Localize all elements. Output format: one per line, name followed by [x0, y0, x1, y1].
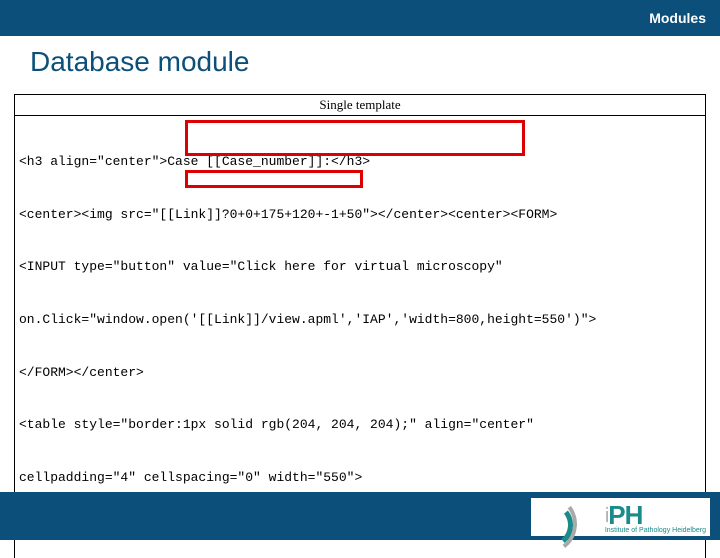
slide-title: Database module — [0, 36, 720, 94]
code-panel: Single template <h3 align="center">Case … — [14, 94, 706, 558]
code-line: <h3 align="center">Case [[Case_number]]:… — [19, 153, 701, 171]
logo-text-block: iPH Institute of Pathology Heidelberg — [605, 504, 706, 534]
code-line: <table style="border:1px solid rgb(204, … — [19, 416, 701, 434]
logo-mark-icon — [535, 500, 599, 534]
highlight-box — [185, 170, 363, 188]
top-bar: Modules — [0, 0, 720, 36]
code-line: <INPUT type="button" value="Click here f… — [19, 258, 701, 276]
code-line: cellpadding="4" cellspacing="0" width="5… — [19, 469, 701, 487]
code-panel-header: Single template — [15, 95, 705, 116]
highlight-box — [185, 120, 525, 156]
code-line: <center><img src="[[Link]]?0+0+175+120+-… — [19, 206, 701, 224]
logo-text: iPH — [605, 504, 706, 527]
logo: iPH Institute of Pathology Heidelberg — [531, 498, 710, 536]
code-line: </FORM></center> — [19, 364, 701, 382]
code-line: on.Click="window.open('[[Link]]/view.apm… — [19, 311, 701, 329]
logo-subtitle: Institute of Pathology Heidelberg — [605, 527, 706, 534]
topbar-title: Modules — [649, 10, 706, 26]
